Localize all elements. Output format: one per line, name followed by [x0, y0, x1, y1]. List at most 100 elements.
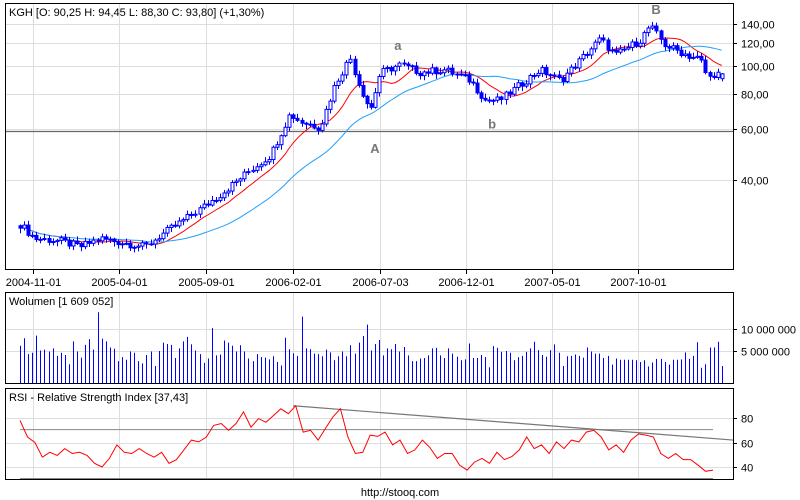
candle-body-up: [22, 224, 27, 229]
candle: [308, 120, 313, 128]
candle-body-up: [650, 25, 655, 29]
candle: [516, 79, 521, 91]
candle: [47, 235, 52, 246]
x-tick-label: 2005-09-01: [178, 277, 234, 289]
candle: [508, 89, 513, 99]
candle: [161, 228, 166, 241]
candle: [91, 236, 96, 247]
y-tick-label: 120,00: [741, 39, 775, 51]
candle-body-down: [708, 72, 713, 77]
candle-body-up: [157, 238, 162, 241]
candle: [459, 69, 464, 77]
candle: [238, 177, 243, 186]
candle-body-down: [699, 55, 704, 61]
candle: [426, 69, 431, 77]
candle: [675, 43, 680, 54]
candle-body-up: [516, 82, 521, 88]
candle-body-up: [683, 53, 688, 57]
candle: [198, 205, 203, 218]
candle: [491, 98, 496, 106]
candle: [202, 199, 207, 210]
candle: [251, 165, 256, 174]
candle-body-down: [561, 76, 566, 83]
candle-body-down: [614, 49, 619, 53]
y-tick-label: 10 000 000: [741, 325, 796, 337]
candle-body-up: [442, 69, 447, 74]
candle-body-up: [251, 169, 256, 173]
candle: [634, 37, 639, 48]
candle-body-up: [185, 213, 190, 221]
candle-body-down: [295, 117, 300, 121]
candle-body-up: [589, 48, 594, 56]
candle-body-up: [153, 239, 158, 245]
annotation-label: a: [394, 38, 402, 53]
candle: [185, 210, 190, 222]
candle-body-up: [552, 74, 557, 77]
candle-body-down: [18, 225, 23, 229]
price-axis: 40,00 60,00 80,00 100,00 120,00 140,00: [733, 20, 775, 188]
candle-body-up: [255, 166, 260, 171]
candle: [344, 59, 349, 79]
candle: [267, 156, 272, 165]
candle-body-down: [434, 67, 439, 75]
candle: [230, 180, 235, 195]
candle-body-down: [679, 49, 684, 57]
candle-body-up: [42, 237, 47, 240]
candle-body-down: [389, 67, 394, 72]
y-tick-label: 60: [741, 439, 753, 451]
candle-body-up: [581, 53, 586, 60]
candle-body-up: [100, 236, 105, 242]
candle-body-down: [414, 65, 419, 74]
candle: [716, 68, 721, 81]
candle-body-down: [47, 237, 52, 243]
candle-body-down: [450, 67, 455, 75]
candle-body-down: [312, 123, 317, 129]
x-tick-label: 2005-04-01: [91, 277, 147, 289]
candle: [316, 126, 321, 135]
candle-body-down: [687, 53, 692, 59]
candle-body-down: [26, 224, 31, 236]
candle-body-up: [691, 56, 696, 59]
candle-body-down: [483, 97, 488, 101]
y-tick-label: 80: [741, 414, 753, 426]
candle-body-down: [128, 242, 133, 249]
candle-body-down: [300, 119, 305, 124]
candle-body-down: [499, 96, 504, 101]
candle: [206, 200, 211, 208]
candle: [26, 220, 31, 238]
candle-body-up: [124, 242, 129, 245]
candle-body-up: [238, 178, 243, 182]
candle-body-up: [259, 164, 264, 168]
candle-body-up: [393, 65, 398, 72]
candle: [397, 61, 402, 71]
candle-body-down: [712, 75, 717, 78]
candle-body-up: [193, 213, 198, 216]
candle: [18, 224, 23, 234]
annotation-label: A: [370, 141, 380, 156]
candle: [173, 220, 178, 228]
candle: [630, 39, 635, 52]
candle: [614, 46, 619, 55]
candle: [475, 78, 480, 95]
candle: [646, 25, 651, 37]
candle-body-down: [703, 59, 708, 74]
candle: [561, 75, 566, 86]
candle-body-down: [406, 63, 411, 67]
candle-body-down: [96, 239, 101, 242]
candle: [581, 50, 586, 62]
footer-url[interactable]: http://stooq.com: [361, 487, 439, 499]
candle-body-up: [222, 192, 227, 199]
candle: [695, 51, 700, 59]
rsi-marks: [19, 404, 734, 480]
candle-body-down: [308, 123, 313, 126]
candle-body-up: [630, 41, 635, 49]
candle: [532, 73, 537, 80]
candle-body-down: [361, 84, 366, 97]
candle: [324, 105, 329, 127]
candle-body-up: [38, 238, 43, 241]
candle: [295, 113, 300, 123]
candle: [271, 145, 276, 165]
candle: [328, 98, 333, 114]
candle-body-down: [654, 25, 659, 32]
candle-body-up: [177, 220, 182, 227]
